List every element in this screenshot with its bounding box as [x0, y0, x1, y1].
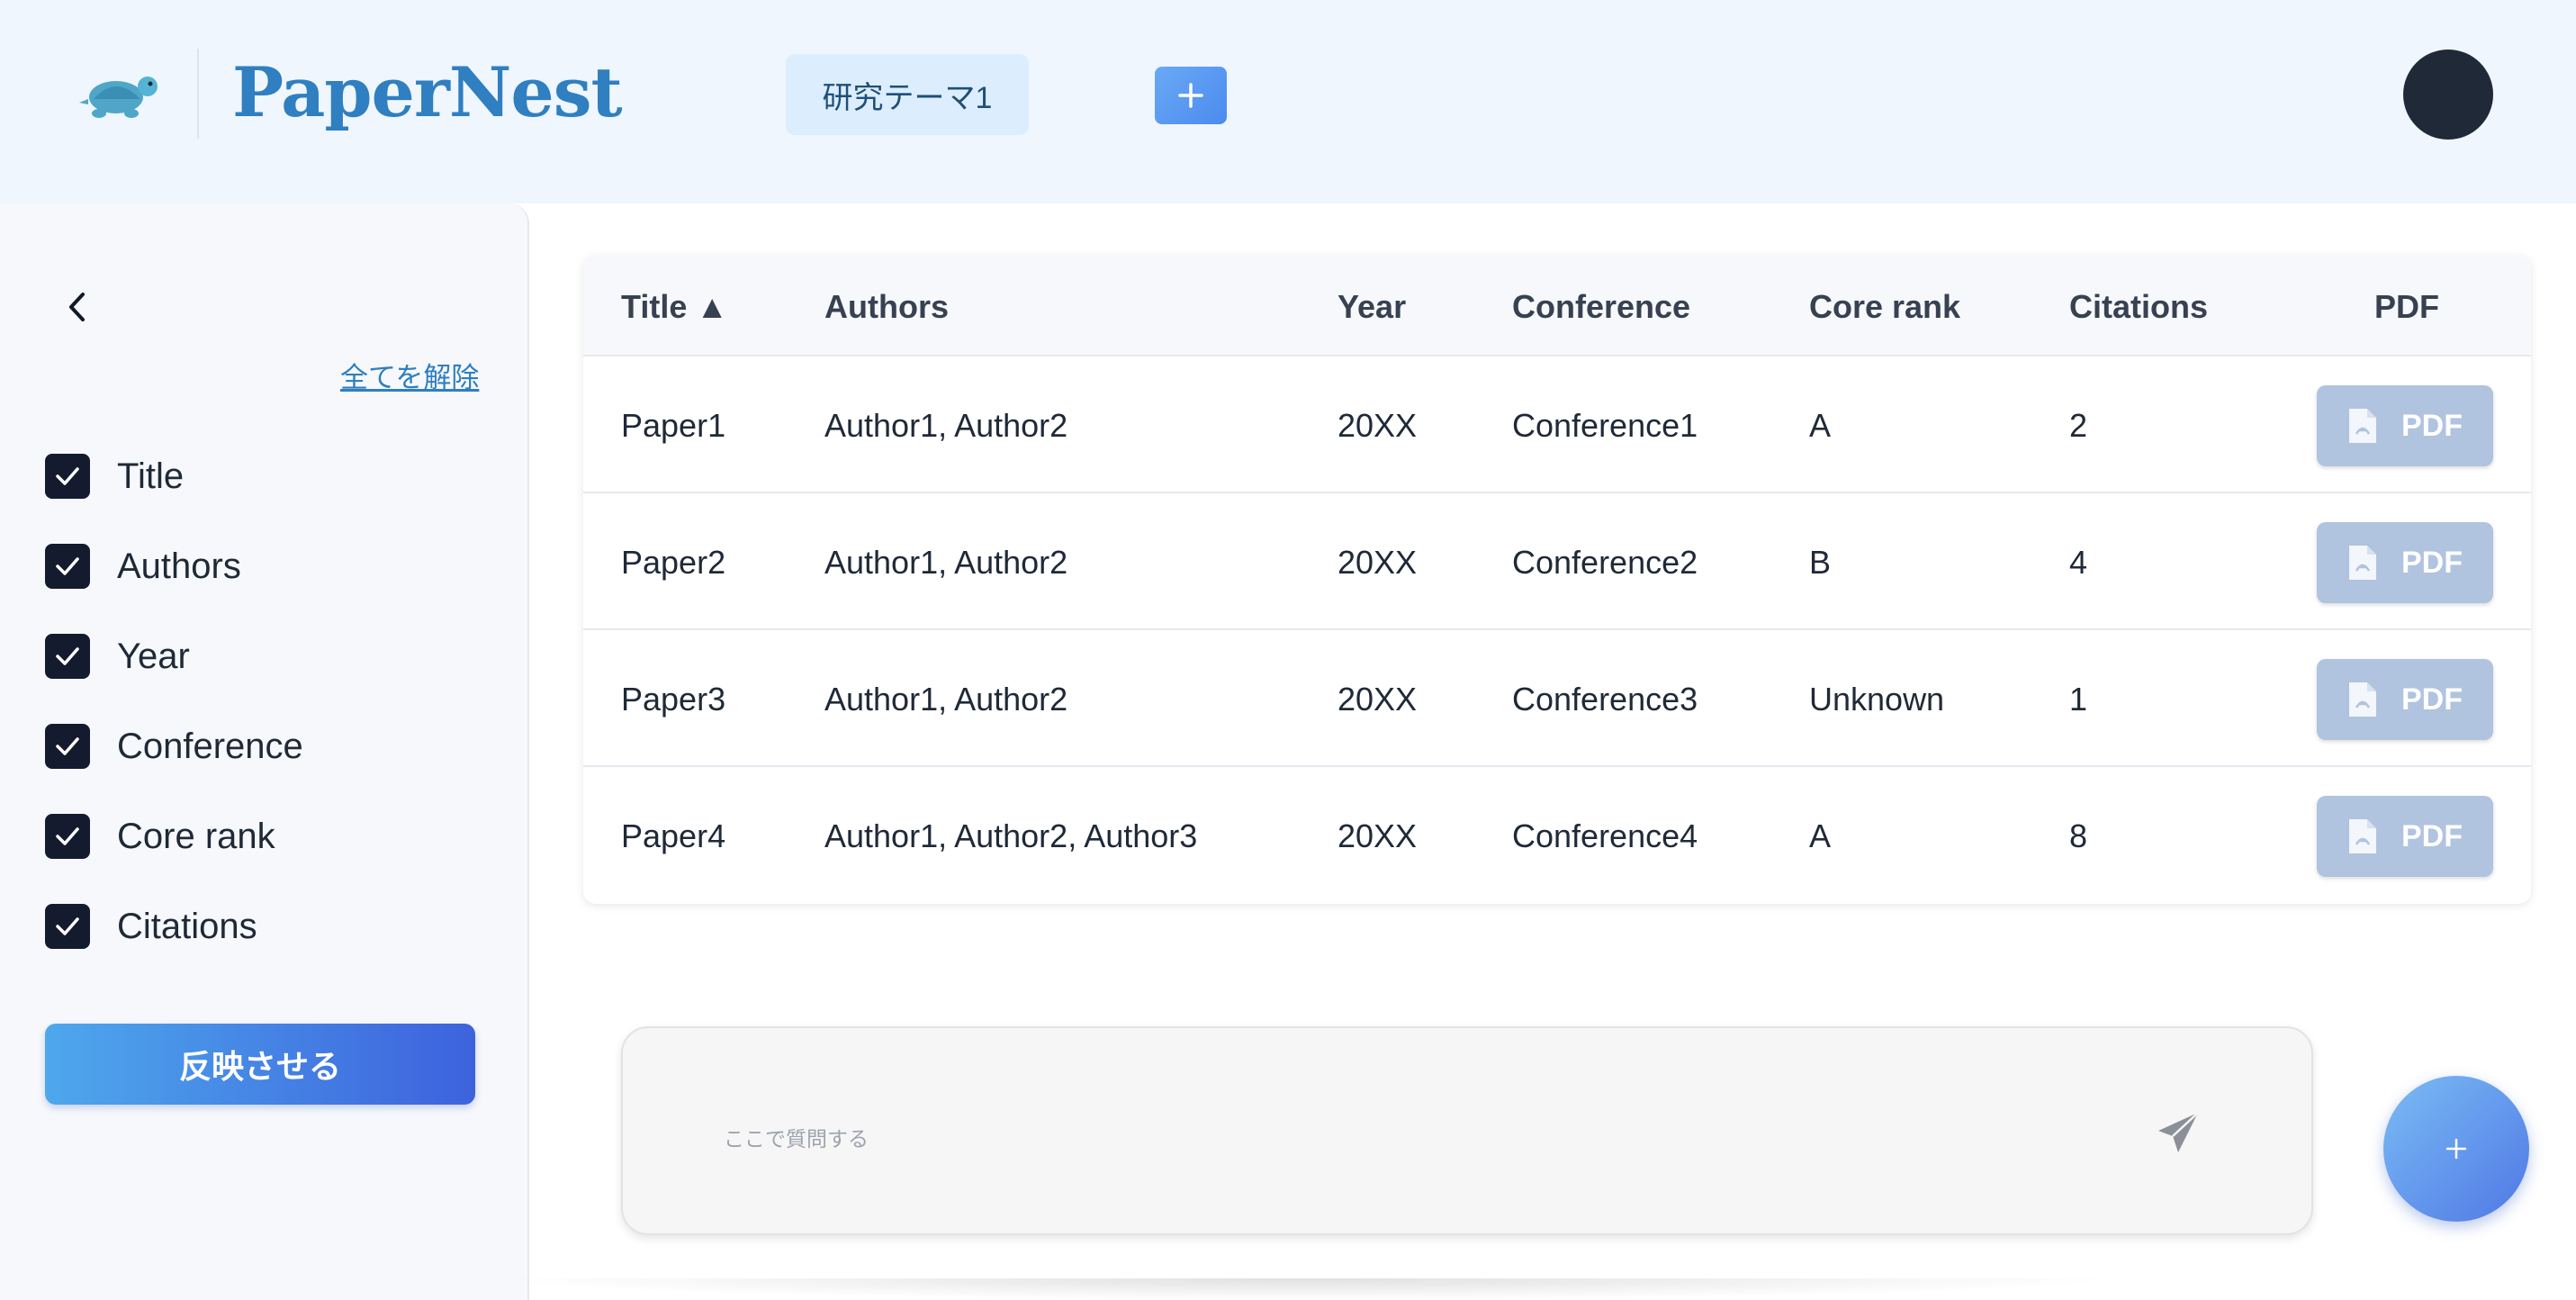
header: PaperNest 研究テーマ1	[0, 0, 2576, 203]
cell-citations: 2	[2069, 407, 2088, 444]
cell-citations: 8	[2069, 817, 2088, 854]
pdf-button-label: PDF	[2401, 408, 2463, 443]
checkbox-checked[interactable]	[45, 454, 90, 499]
plus-icon	[1178, 83, 1203, 108]
pdf-button-label: PDF	[2401, 545, 2463, 580]
cell-authors: Author1, Author2	[824, 681, 1068, 718]
app-root: PaperNest 研究テーマ1 全てを解除 Title Authors Yea…	[0, 0, 2576, 1300]
pdf-file-icon	[2349, 682, 2376, 717]
filter-core-rank[interactable]: Core rank	[45, 814, 275, 859]
pdf-file-icon	[2349, 546, 2376, 580]
cell-core-rank: A	[1809, 817, 1832, 854]
cell-citations: 1	[2069, 681, 2088, 718]
checkbox-checked[interactable]	[45, 634, 90, 679]
checkbox-checked[interactable]	[45, 904, 90, 949]
check-icon	[56, 647, 79, 665]
cell-core-rank: A	[1809, 407, 1832, 444]
checkbox-checked[interactable]	[45, 724, 90, 769]
column-header-authors[interactable]: Authors	[824, 288, 949, 326]
check-icon	[56, 737, 79, 755]
column-header-conference[interactable]: Conference	[1512, 288, 1690, 326]
checkbox-checked[interactable]	[45, 544, 90, 589]
cell-conference: Conference2	[1512, 544, 1698, 581]
cell-title: Paper3	[621, 681, 726, 718]
cell-core-rank: Unknown	[1809, 681, 1945, 718]
cell-year: 20XX	[1338, 681, 1418, 718]
checkbox-checked[interactable]	[45, 814, 90, 859]
cell-title: Paper1	[621, 407, 726, 444]
cell-authors: Author1, Author2	[824, 407, 1068, 444]
turtle-icon	[79, 77, 158, 118]
filter-label: Citations	[117, 906, 257, 946]
check-icon	[56, 917, 79, 935]
question-input-placeholder[interactable]: ここで質問する	[724, 1122, 869, 1152]
filter-conference[interactable]: Conference	[45, 724, 303, 769]
pdf-button[interactable]: PDF	[2317, 385, 2493, 466]
pdf-file-icon	[2349, 409, 2376, 443]
table-row[interactable]: Paper4 Author1, Author2, Author3 20XX Co…	[583, 767, 2531, 904]
avatar[interactable]	[2403, 50, 2493, 140]
pdf-file-icon	[2349, 819, 2376, 853]
column-header-pdf: PDF	[2374, 288, 2439, 325]
add-tab-button[interactable]	[1155, 67, 1227, 124]
pdf-button[interactable]: PDF	[2317, 796, 2493, 877]
cell-authors: Author1, Author2, Author3	[824, 817, 1198, 854]
filter-label: Conference	[117, 726, 303, 766]
cell-authors: Author1, Author2	[824, 544, 1068, 581]
cell-year: 20XX	[1338, 817, 1418, 854]
check-icon	[56, 827, 79, 845]
pdf-button-label: PDF	[2401, 818, 2463, 853]
clear-all-link[interactable]: 全てを解除	[340, 355, 479, 395]
check-icon	[56, 467, 79, 485]
filter-year[interactable]: Year	[45, 634, 190, 679]
table-row[interactable]: Paper2 Author1, Author2 20XX Conference2…	[583, 493, 2531, 630]
send-icon[interactable]	[2153, 1107, 2203, 1158]
filter-label: Authors	[117, 546, 241, 586]
bottom-shadow	[486, 1278, 2124, 1300]
filter-authors[interactable]: Authors	[45, 544, 241, 589]
filter-title[interactable]: Title	[45, 454, 184, 499]
table-row[interactable]: Paper1 Author1, Author2 20XX Conference1…	[583, 357, 2531, 493]
collapse-sidebar-button[interactable]	[63, 284, 92, 330]
column-header-core-rank[interactable]: Core rank	[1809, 288, 1960, 326]
filter-label: Year	[117, 636, 190, 676]
plus-icon	[2445, 1138, 2467, 1160]
papers-table: Title ▲ Authors Year Conference Core ran…	[583, 256, 2531, 904]
chevron-left-icon	[69, 293, 85, 321]
cell-title: Paper2	[621, 544, 726, 581]
column-header-year[interactable]: Year	[1338, 288, 1406, 326]
question-input-box[interactable]: ここで質問する	[621, 1026, 2313, 1235]
cell-title: Paper4	[621, 817, 726, 854]
table-row[interactable]: Paper3 Author1, Author2 20XX Conference3…	[583, 630, 2531, 767]
cell-conference: Conference4	[1512, 817, 1698, 854]
cell-year: 20XX	[1338, 544, 1418, 581]
column-filter-sidebar: 全てを解除 Title Authors Year Conference Core…	[0, 203, 529, 1300]
filter-citations[interactable]: Citations	[45, 904, 257, 949]
logo-divider	[197, 49, 199, 139]
cell-citations: 4	[2069, 544, 2088, 581]
cell-core-rank: B	[1809, 544, 1832, 581]
filter-label: Core rank	[117, 816, 275, 856]
pdf-button[interactable]: PDF	[2317, 659, 2493, 740]
column-header-citations[interactable]: Citations	[2069, 288, 2208, 326]
tab-topic-1[interactable]: 研究テーマ1	[786, 54, 1029, 135]
add-floating-button[interactable]	[2383, 1076, 2529, 1222]
apply-button[interactable]: 反映させる	[45, 1024, 475, 1105]
check-icon	[56, 557, 79, 575]
filter-label: Title	[117, 456, 185, 496]
brand-name: PaperNest	[232, 52, 623, 132]
pdf-button-label: PDF	[2401, 682, 2463, 717]
cell-conference: Conference1	[1512, 407, 1698, 444]
pdf-button[interactable]: PDF	[2317, 522, 2493, 603]
table-header: Title ▲ Authors Year Conference Core ran…	[583, 256, 2531, 357]
column-header-title[interactable]: Title ▲	[621, 288, 728, 326]
cell-year: 20XX	[1338, 407, 1418, 444]
cell-conference: Conference3	[1512, 681, 1698, 718]
